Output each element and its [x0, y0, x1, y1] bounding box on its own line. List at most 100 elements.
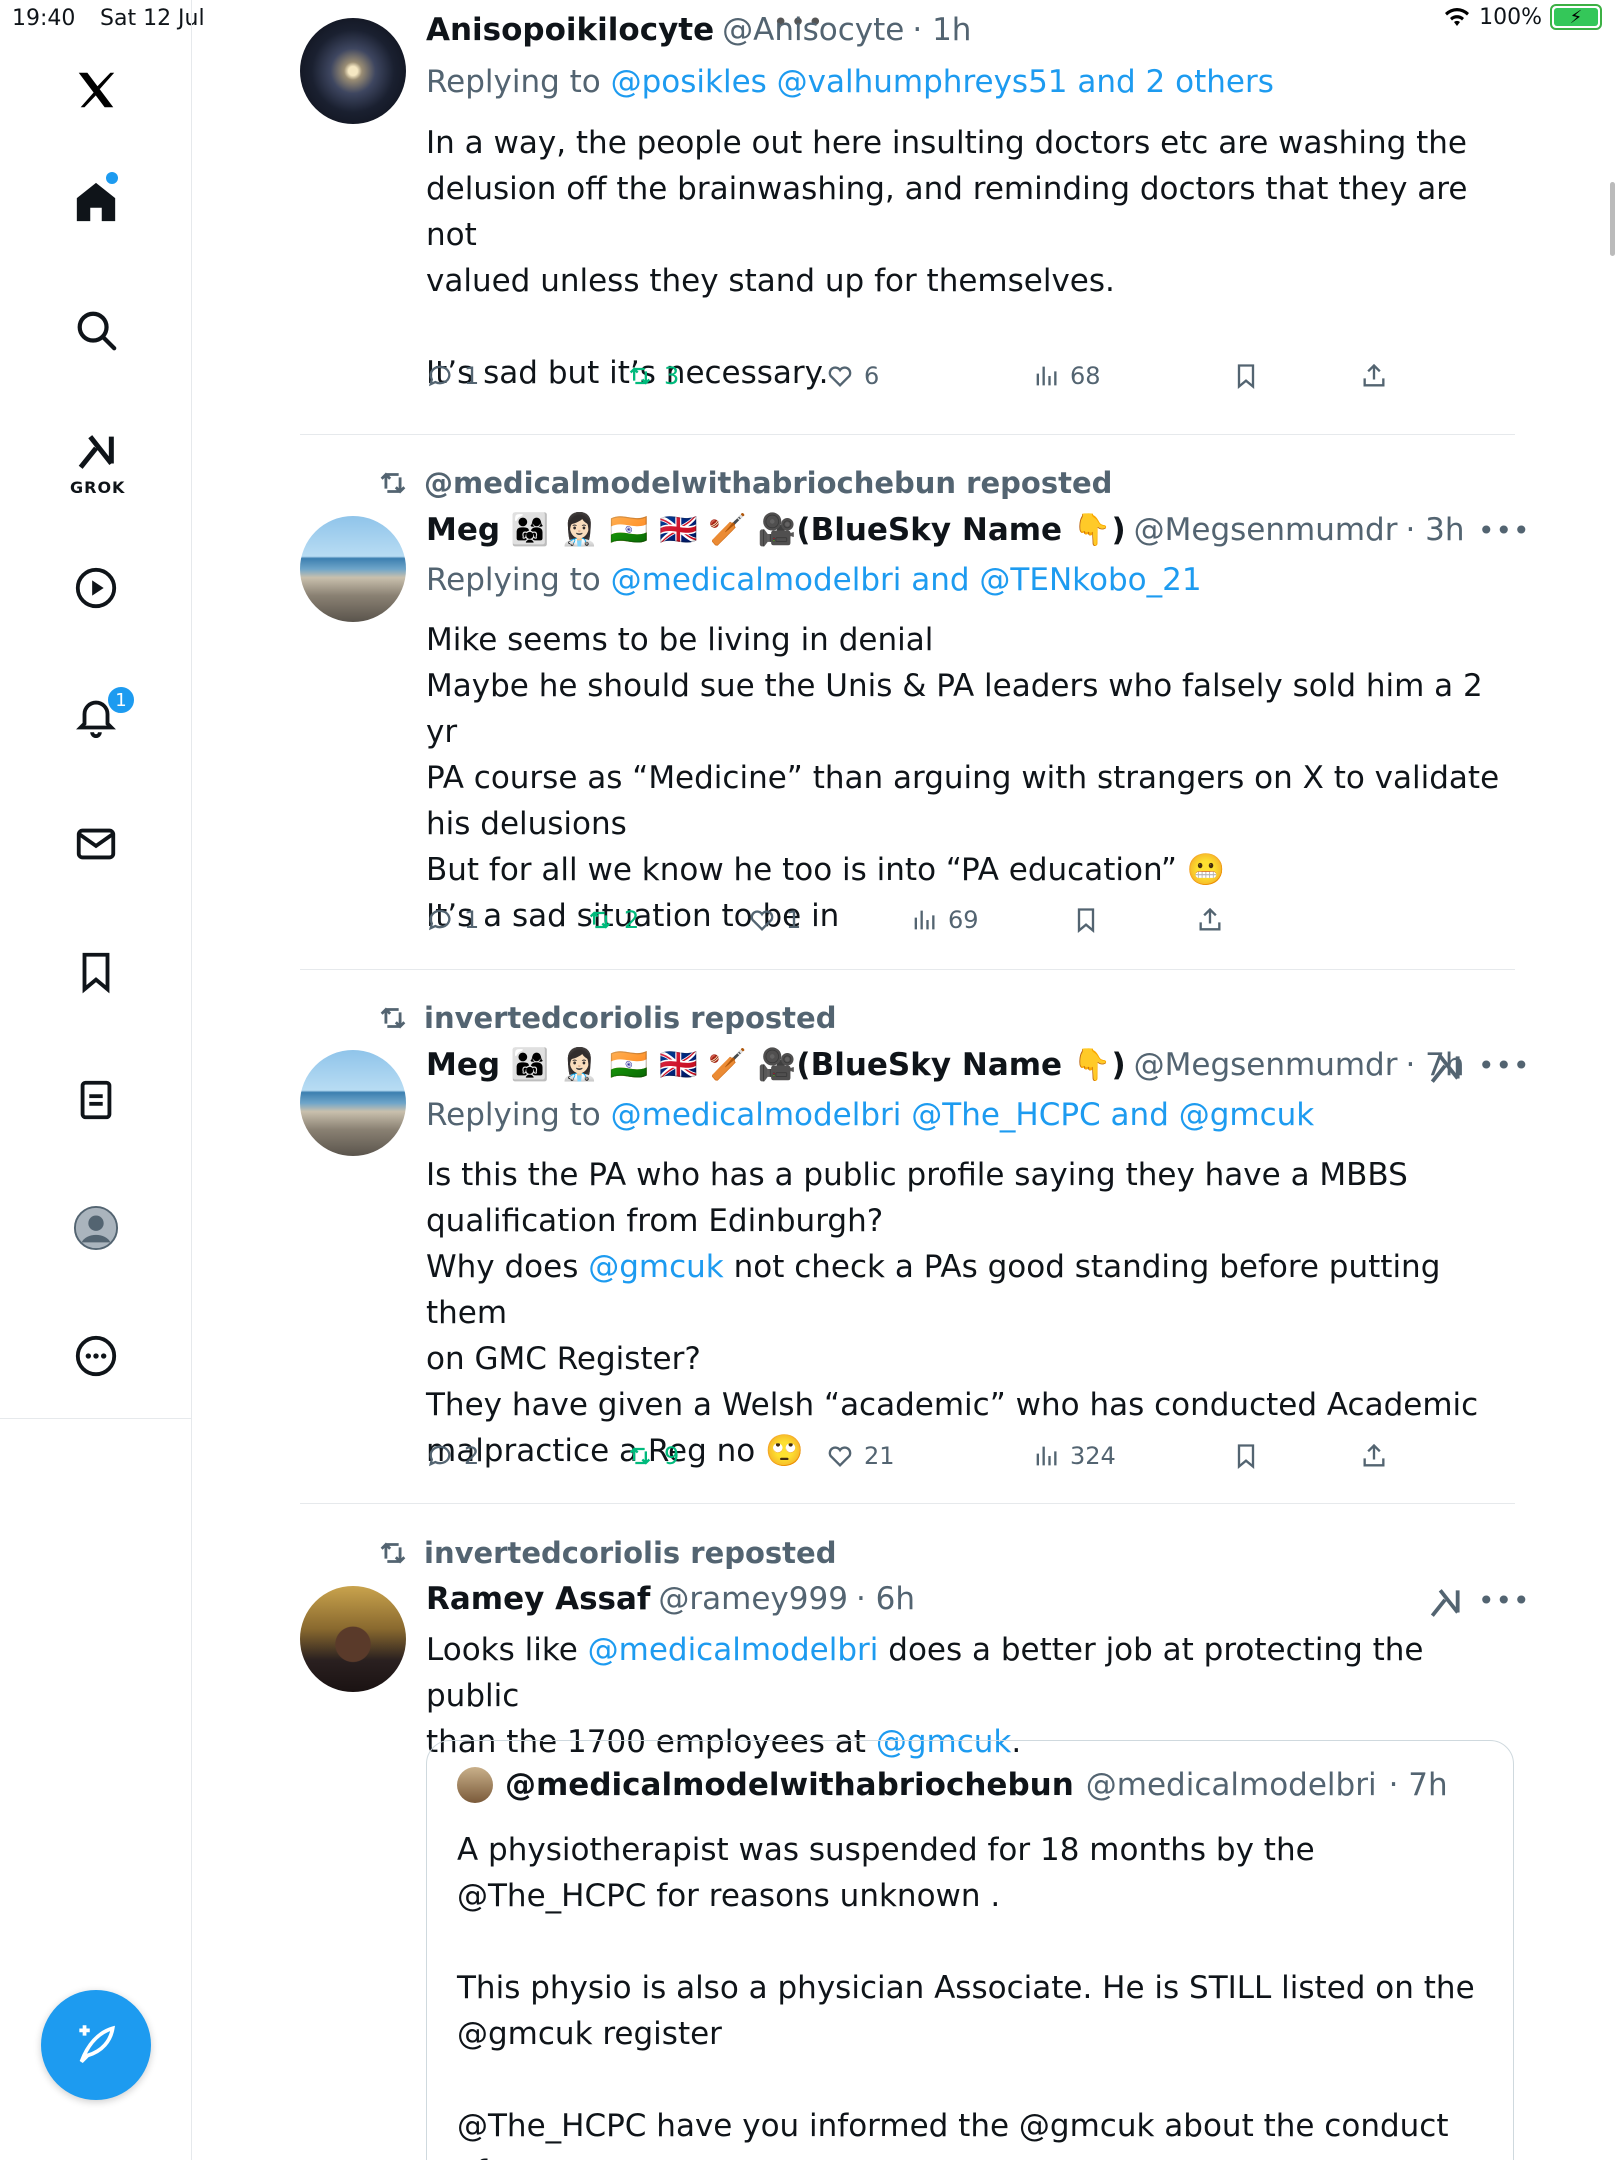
avatar[interactable] — [300, 18, 406, 124]
post-time[interactable]: · 3h — [1405, 512, 1464, 548]
reply-icon — [428, 365, 451, 387]
post-text: Mike seems to be living in denial Maybe … — [426, 622, 1500, 934]
repost-icon — [629, 367, 651, 385]
messages-icon[interactable] — [66, 814, 126, 874]
more-options-icon[interactable]: ••• — [1478, 1049, 1531, 1082]
repost-icon — [380, 1542, 406, 1564]
author-name[interactable]: Anisopoikilocyte — [426, 12, 714, 48]
search-icon[interactable] — [66, 300, 126, 360]
views-button[interactable]: 68 — [1032, 362, 1101, 390]
like-count: 21 — [864, 1442, 895, 1470]
replying-prefix: Replying to — [426, 562, 611, 598]
more-options-icon[interactable] — [66, 1326, 126, 1386]
reply-icon — [428, 1445, 451, 1467]
like-button[interactable]: 1 — [748, 906, 801, 934]
wifi-icon — [1445, 8, 1470, 26]
status-indicators: 100% ⚡ — [1443, 4, 1602, 30]
repost-button[interactable]: 3 — [626, 362, 679, 390]
replying-to-link[interactable]: @medicalmodelbri @The_HCPC and @gmcuk — [611, 1097, 1315, 1133]
replying-to-link[interactable]: @medicalmodelbri and @TENkobo_21 — [611, 562, 1202, 598]
avatar[interactable] — [300, 516, 406, 622]
post-header: Meg 👨‍👩‍👧 👩🏻‍⚕️ 🇮🇳 🇬🇧 🏏 🎥(BlueSky Name 👇… — [426, 511, 1465, 549]
more-options-icon[interactable]: ••• — [1478, 514, 1531, 547]
post-header: Anisopoikilocyte @Anisocyte · 1h — [426, 12, 971, 48]
quoted-post-header: @medicalmodelwithabriochebun @medicalmod… — [457, 1767, 1448, 1803]
avatar[interactable] — [300, 1586, 406, 1692]
post-time[interactable]: · 6h — [856, 1581, 915, 1617]
post-header: Ramey Assaf @ramey999 · 6h — [426, 1581, 915, 1617]
articles-icon[interactable] — [66, 1070, 126, 1130]
reply-button[interactable]: 1 — [426, 906, 479, 934]
share-button[interactable] — [1360, 1442, 1388, 1470]
views-button[interactable]: 324 — [1032, 1442, 1116, 1470]
like-count: 6 — [864, 362, 880, 390]
author-handle[interactable]: @Megsenmumdr — [1134, 1047, 1398, 1083]
reposted-by[interactable]: @medicalmodelwithabriochebun reposted — [424, 466, 1112, 500]
view-count: 68 — [1070, 362, 1101, 390]
quoted-post-text: A physiotherapist was suspended for 18 m… — [457, 1832, 1475, 2160]
mention-link[interactable]: @gmcuk — [588, 1249, 724, 1285]
bookmark-icon — [1237, 1444, 1255, 1469]
quoted-post-time: · 7h — [1388, 1767, 1448, 1803]
repost-icon — [380, 472, 406, 494]
profile-avatar-icon[interactable] — [66, 1198, 126, 1258]
compose-feather-icon — [79, 2025, 116, 2063]
like-button[interactable]: 6 — [826, 362, 879, 390]
video-play-icon[interactable] — [66, 558, 126, 618]
view-count: 324 — [1070, 1442, 1116, 1470]
replying-prefix: Replying to — [426, 1097, 611, 1133]
author-name[interactable]: Meg 👨‍👩‍👧 👩🏻‍⚕️ 🇮🇳 🇬🇧 🏏 🎥(BlueSky Name 👇… — [426, 1046, 1126, 1083]
grok-explain-icon[interactable] — [1426, 1050, 1464, 1088]
post-header: Meg 👨‍👩‍👧 👩🏻‍⚕️ 🇮🇳 🇬🇧 🏏 🎥(BlueSky Name 👇… — [426, 1046, 1465, 1084]
reposted-by[interactable]: invertedcoriolis reposted — [424, 1536, 836, 1570]
author-handle[interactable]: @ramey999 — [658, 1581, 848, 1617]
author-handle[interactable]: @Anisocyte — [722, 12, 904, 48]
post-actions: 2 9 21 324 — [426, 1442, 1406, 1482]
views-button[interactable]: 69 — [910, 906, 979, 934]
grok-icon[interactable] — [66, 422, 126, 482]
reply-icon — [428, 909, 451, 931]
views-chart-icon — [1036, 366, 1057, 386]
quoted-author-name: @medicalmodelwithabriochebun — [505, 1767, 1074, 1803]
mention-link[interactable]: @medicalmodelbri — [588, 1632, 879, 1668]
post-divider — [300, 434, 1515, 435]
repost-count: 9 — [664, 1442, 680, 1470]
bookmarks-icon[interactable] — [66, 942, 126, 1002]
like-button[interactable]: 21 — [826, 1442, 895, 1470]
author-name[interactable]: Meg 👨‍👩‍👧 👩🏻‍⚕️ 🇮🇳 🇬🇧 🏏 🎥(BlueSky Name 👇… — [426, 511, 1126, 548]
battery-percent: 100% — [1479, 4, 1542, 30]
compose-post-button[interactable] — [41, 1990, 151, 2100]
grok-explain-icon[interactable] — [1426, 1584, 1464, 1622]
views-chart-icon — [914, 910, 935, 930]
author-name[interactable]: Ramey Assaf — [426, 1581, 650, 1617]
reply-button[interactable]: 2 — [426, 1442, 479, 1470]
post-time[interactable]: · 1h — [912, 12, 971, 48]
share-button[interactable] — [1360, 362, 1388, 390]
grok-label: GROK — [70, 478, 126, 497]
quoted-author-handle: @medicalmodelbri — [1085, 1767, 1377, 1803]
share-icon — [1363, 363, 1385, 387]
scrollbar-thumb[interactable] — [1610, 182, 1615, 256]
reply-button[interactable]: 1 — [426, 362, 479, 390]
post-text: In a way, the people out here insulting … — [426, 125, 1468, 391]
quoted-post[interactable]: @medicalmodelwithabriochebun @medicalmod… — [426, 1740, 1514, 2160]
repost-icon — [380, 1007, 406, 1029]
repost-icon — [629, 1447, 651, 1465]
repost-context: @medicalmodelwithabriochebun reposted — [376, 466, 1112, 500]
notification-count-badge: 1 — [106, 685, 136, 715]
author-handle[interactable]: @Megsenmumdr — [1134, 512, 1398, 548]
more-options-icon[interactable]: ••• — [1478, 1584, 1531, 1617]
heart-icon — [828, 1446, 852, 1467]
bookmark-button[interactable] — [1232, 1442, 1260, 1470]
x-logo-icon[interactable] — [66, 60, 126, 120]
share-button[interactable] — [1196, 906, 1224, 934]
post-actions: 1 3 6 68 — [426, 362, 1406, 402]
heart-icon — [750, 910, 774, 931]
repost-button[interactable]: 2 — [586, 906, 639, 934]
bookmark-button[interactable] — [1072, 906, 1100, 934]
bookmark-button[interactable] — [1232, 362, 1260, 390]
repost-button[interactable]: 9 — [626, 1442, 679, 1470]
reposted-by[interactable]: invertedcoriolis reposted — [424, 1001, 836, 1035]
avatar[interactable] — [300, 1050, 406, 1156]
replying-to-link[interactable]: @posikles @valhumphreys51 and 2 others — [611, 64, 1274, 100]
